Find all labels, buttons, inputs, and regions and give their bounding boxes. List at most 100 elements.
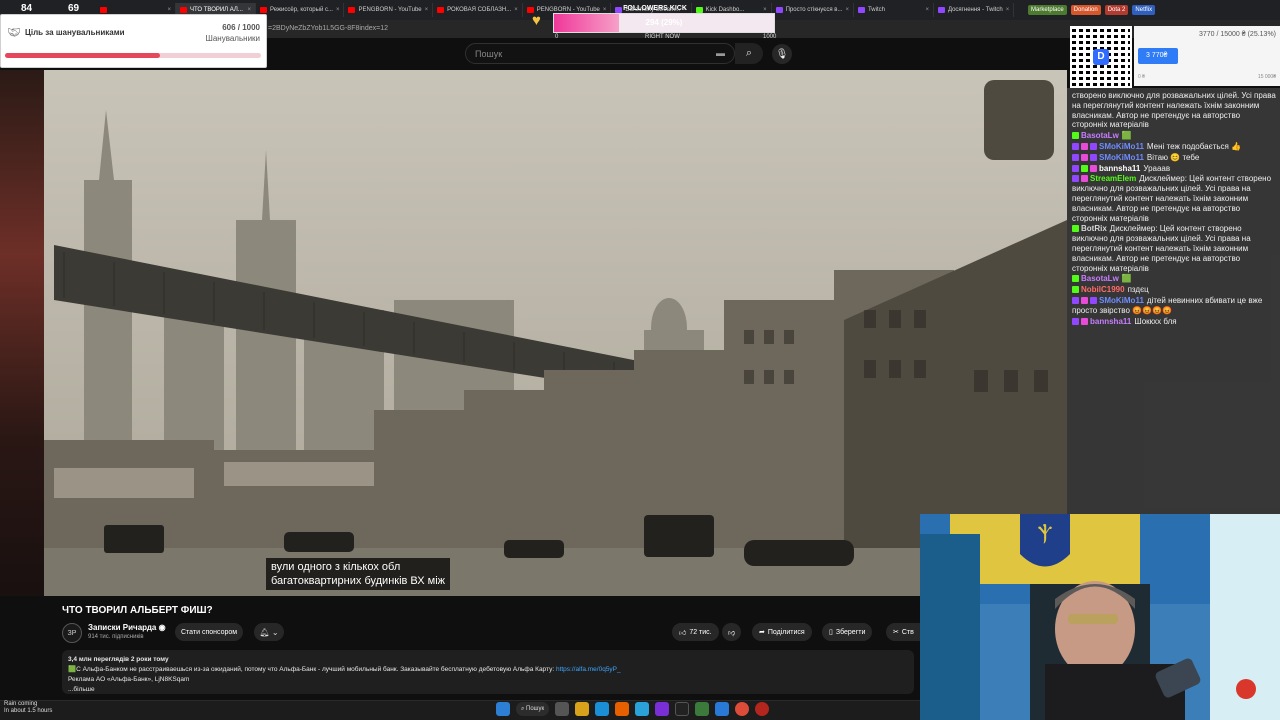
chat-username[interactable]: SMoKiMo11 [1099,153,1144,162]
telegram-icon[interactable] [635,702,650,716]
microphone-icon: 🎙 [775,48,789,60]
chat-message: NobilC1990 пздєц [1072,285,1276,295]
chat-username[interactable]: NobilC1990 [1081,285,1125,294]
share-button[interactable]: ➦ Поділитися [752,623,812,641]
video-side-strip [0,70,44,596]
app-icon-red[interactable] [755,702,770,716]
store-icon[interactable] [715,702,730,716]
bookmark-item[interactable]: Marketplace [1028,5,1067,15]
join-button[interactable]: Стати спонсором [175,623,244,641]
keyboard-icon[interactable]: ▬ [716,48,725,58]
kick-badge-icon [1072,275,1079,283]
description-link[interactable]: https://alfa.me/0q5yP_ [556,666,621,673]
close-tab-icon[interactable]: × [247,7,251,13]
chat-username[interactable]: BasotaLw [1081,131,1119,140]
twitch-icon [857,7,865,13]
voice-search-button[interactable]: 🎙 [772,44,792,64]
followers-min: 0 [555,34,559,40]
screen: { "browser": { "tabs": [ {"label": "", "… [0,0,1280,720]
chat-username[interactable]: bannsha11 [1090,317,1131,326]
subscriber-badge-icon [1081,175,1088,183]
twitch-badge-icon [1090,153,1097,161]
donation-progress-fill: 3 770₴ [1138,48,1178,64]
firefox-icon[interactable] [615,702,630,716]
taskbar-search[interactable]: ⌕ Пошук [516,702,550,716]
close-tab-icon[interactable]: × [514,7,518,13]
video-player[interactable] [44,70,1067,596]
edge-icon[interactable] [595,702,610,716]
description-line-2: Реклама АО «Альфа-Банк», LjN8KSqam [68,676,190,683]
close-tab-icon[interactable]: × [167,7,171,13]
browser-tab[interactable]: PENGBORN - YouTube × [344,3,434,17]
followers-value: 294 (29%) [645,18,683,27]
search-input[interactable]: Пошук [465,43,735,64]
browser-tab[interactable]: Просто стікнуєся в... × [772,3,854,17]
chat-text: створено виключно для розважальних цілей… [1072,91,1276,130]
like-button[interactable]: 👍︎ 72 тис. [672,623,719,641]
chat-message: BasotaLw 🟩 [1072,131,1276,141]
browser-tab[interactable]: Режиссёр, который с... × [256,3,345,17]
bell-icon: 🔔︎ ⌄ [259,627,279,637]
bookmark-bar: Marketplace Donation Dota 2 Netflix [1028,5,1156,15]
chat-message: BasotaLw 🟩 [1072,274,1276,284]
weather-widget[interactable]: Rain coming In about 1.5 hours [4,701,52,715]
close-tab-icon[interactable]: × [1006,7,1010,13]
chrome-icon[interactable] [735,702,750,716]
followers-max: 1000 [763,34,777,40]
chat-username[interactable]: BotRix [1081,224,1107,233]
chat-text: пздєц [1127,285,1149,295]
save-button[interactable]: ▯ Зберегти [822,623,873,641]
subscriber-badge-icon [1081,317,1088,325]
search-button[interactable]: ⌕ [735,43,763,64]
chat-username[interactable]: StreamElem [1090,174,1136,183]
goal-count-unit: Шанувальники [205,34,261,43]
file-explorer-icon[interactable] [575,702,590,716]
video-description[interactable]: 3,4 млн переглядів 2 роки тому 🟩С Альфа-… [62,650,914,694]
chat-username[interactable]: SMoKiMo11 [1099,296,1144,305]
channel-name[interactable]: Записки Ричарда ◉ [88,623,166,632]
webcam-feed: Ⲯ [920,514,1280,720]
goal-count: 606 / 1000 Шанувальники [206,22,261,44]
channel-avatar[interactable]: ЗР [62,623,82,643]
weather-subtitle: In about 1.5 hours [4,708,53,714]
clip-button[interactable]: ✂ Ств [886,623,920,641]
bookmark-item[interactable]: Netflix [1132,5,1156,15]
kick-badge-icon [1072,225,1079,233]
chat-message: bannsha11 Шоккхх бля [1072,317,1276,327]
dislike-button[interactable]: 👎︎ [722,623,742,641]
close-tab-icon[interactable]: × [336,7,340,13]
twitch-badge-icon [1072,142,1079,150]
notification-button[interactable]: 🔔︎ ⌄ [254,623,284,641]
chat-username[interactable]: BasotaLw [1081,274,1119,283]
close-tab-icon[interactable]: × [845,7,849,13]
chat-messages: створено виключно для розважальних цілей… [1072,91,1276,327]
twitch-badge-icon [1090,296,1097,304]
goal-count-value: 606 / 1000 [222,23,260,32]
app-icon[interactable] [655,702,670,716]
browser-tab[interactable]: Twitch × [854,3,934,17]
browser-tab[interactable]: Досягнення - Twitch × [934,3,1015,17]
chat-text: Урааав [1143,163,1171,173]
tab-label: PENGBORN - YouTube [358,7,422,13]
kick-badge-icon [1072,286,1079,294]
donation-goal-widget: 3770 / 15000 ₴ (25.13%) 3 770₴ 0 ₴ 15 00… [1134,26,1280,86]
bookmark-item[interactable]: Dota 2 [1104,5,1129,15]
close-tab-icon[interactable]: × [925,7,929,13]
chat-username[interactable]: bannsha11 [1099,164,1140,173]
subscriber-badge-icon [1081,153,1088,161]
chat-message: створено виключно для розважальних цілей… [1072,91,1276,130]
spreadsheet-icon[interactable] [695,702,710,716]
tab-label: РОКОВАЯ СОБЛАЗН... [447,7,512,13]
chat-username[interactable]: SMoKiMo11 [1099,142,1144,151]
obs-icon[interactable] [675,702,690,716]
windows-start-icon[interactable] [496,702,510,716]
bookmark-item[interactable]: Donation [1070,5,1101,15]
qr-logo: D [1093,49,1109,65]
close-tab-icon[interactable]: × [425,7,429,13]
donation-max: 15 000₴ [1257,74,1276,80]
browser-tab[interactable]: РОКОВАЯ СОБЛАЗН... × [433,3,523,17]
show-more-link[interactable]: ...більше [68,685,908,695]
thumbs-up-icon: 👍︎ [679,629,687,637]
chat-message: bannsha11 Урааав [1072,164,1276,174]
task-view-icon[interactable] [555,702,570,716]
